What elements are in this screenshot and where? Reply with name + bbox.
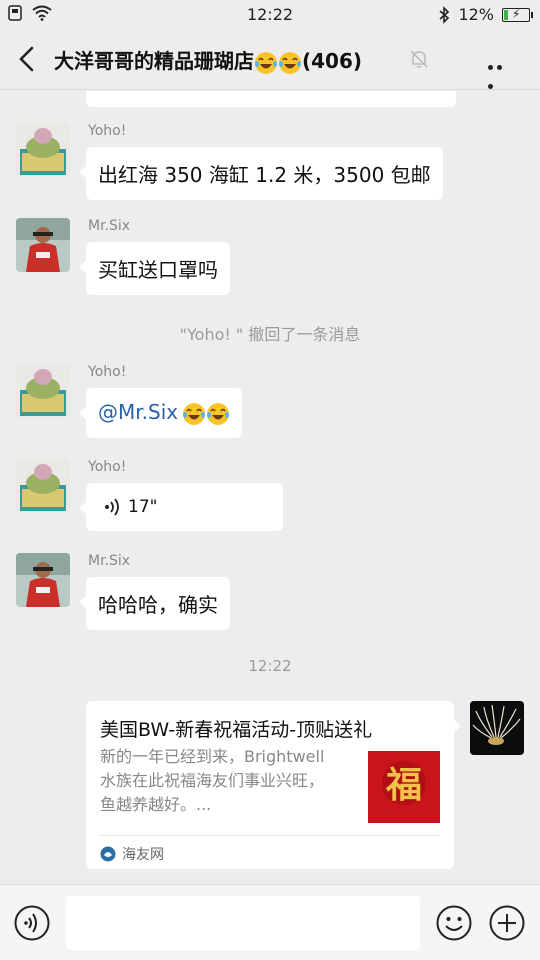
source-logo-icon xyxy=(100,846,116,862)
message-bubble[interactable]: 买缸送口罩吗 xyxy=(79,242,230,295)
battery-percent: 12% xyxy=(458,5,494,24)
sender-name: Yoho! xyxy=(88,459,127,475)
divider xyxy=(100,835,440,836)
laugh-cry-emoji-icon xyxy=(255,51,277,74)
laugh-cry-emoji-icon xyxy=(207,402,230,425)
plus-icon[interactable] xyxy=(489,905,525,941)
voice-wave-icon xyxy=(105,498,119,516)
recall-notice: "Yoho! " 撤回了一条消息 xyxy=(179,325,361,344)
avatar[interactable] xyxy=(16,553,70,607)
chat-title-name: 大洋哥哥的精品珊瑚店 xyxy=(54,49,254,73)
more-icon[interactable] xyxy=(488,55,514,89)
voice-input-icon[interactable] xyxy=(14,905,50,941)
link-card-description: 新的一年已经到来，Brightwell水族在此祝福海友们事业兴旺，鱼越养越好。.… xyxy=(100,747,325,814)
sender-name: Yoho! xyxy=(88,364,127,380)
link-card-source: 海友网 xyxy=(122,847,164,863)
avatar[interactable] xyxy=(470,701,524,755)
input-bar xyxy=(0,884,540,960)
avatar[interactable] xyxy=(16,459,70,513)
status-bar: 12:22 12% ⚡ xyxy=(0,0,540,30)
status-right: 12% ⚡ xyxy=(438,5,533,24)
link-card-title: 美国BW-新春祝福活动-顶贴送礼 xyxy=(100,719,373,741)
previous-message-bubble xyxy=(86,91,456,107)
avatar[interactable] xyxy=(16,364,70,418)
message-input[interactable] xyxy=(66,896,420,950)
avatar[interactable] xyxy=(16,123,70,177)
back-icon[interactable] xyxy=(14,44,42,74)
link-card[interactable]: 美国BW-新春祝福活动-顶贴送礼 新的一年已经到来，Brightwell水族在此… xyxy=(86,701,461,869)
message-bubble[interactable]: @Mr.Six xyxy=(78,388,243,438)
avatar[interactable] xyxy=(16,218,70,272)
laugh-cry-emoji-icon xyxy=(279,51,301,74)
emoji-icon[interactable] xyxy=(436,905,472,941)
chat-title: 大洋哥哥的精品珊瑚店 (406) xyxy=(54,45,362,75)
battery-icon: ⚡ xyxy=(502,7,533,22)
link-card-thumbnail: 福 xyxy=(368,751,440,823)
bluetooth-icon xyxy=(439,5,450,24)
message-bubble[interactable]: 哈哈哈，确实 xyxy=(79,577,230,630)
laugh-cry-emoji-icon xyxy=(183,402,206,425)
voice-duration: 17" xyxy=(128,497,158,517)
mute-bell-icon xyxy=(410,50,428,68)
mention-link[interactable]: @Mr.Six xyxy=(98,400,178,424)
chat-header: 大洋哥哥的精品珊瑚店 (406) xyxy=(0,30,540,90)
voice-message-bubble[interactable]: 17" xyxy=(79,483,283,531)
time-separator: 12:22 xyxy=(248,657,292,675)
fu-character: 福 xyxy=(385,764,422,806)
chat-member-count: (406) xyxy=(302,49,363,73)
sender-name: Yoho! xyxy=(88,123,127,139)
sender-name: Mr.Six xyxy=(88,218,131,234)
message-list[interactable]: Yoho! 出红海 350 海缸 1.2 米，3500 包邮 Mr.Six 买缸… xyxy=(0,91,540,884)
message-bubble[interactable]: 出红海 350 海缸 1.2 米，3500 包邮 xyxy=(79,147,443,200)
sender-name: Mr.Six xyxy=(88,553,131,569)
